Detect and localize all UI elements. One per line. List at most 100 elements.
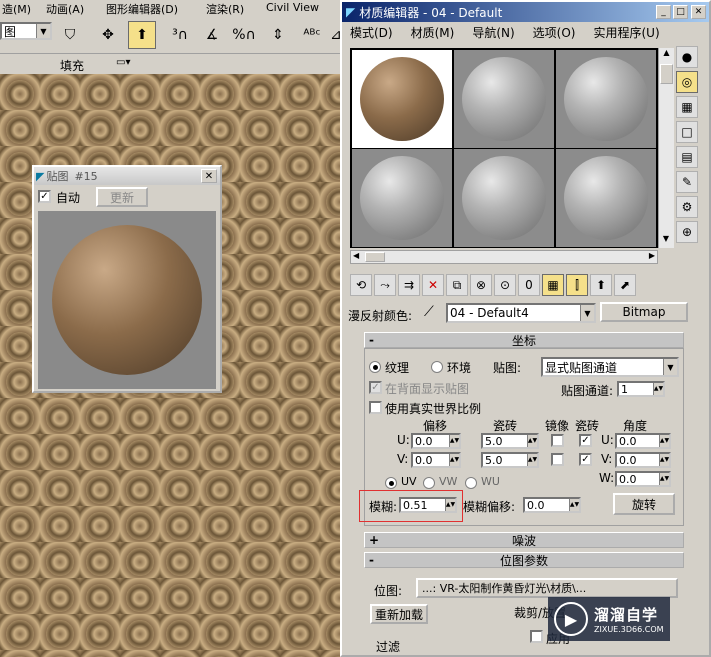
menu-item-civil-view[interactable]: Civil View: [266, 1, 319, 14]
move-icon[interactable]: ✥: [94, 21, 122, 49]
spinner-arrows-icon[interactable]: ▲▼: [659, 435, 669, 447]
view-dropdown[interactable]: 图 ▼: [0, 22, 52, 40]
menu-item-animation[interactable]: 动画(A): [46, 1, 84, 17]
u-tiling-spinner[interactable]: 5.0 ▲▼: [481, 433, 539, 449]
select-object-icon[interactable]: ⬆: [128, 21, 156, 49]
spinner-arrows-icon[interactable]: ▲▼: [659, 473, 669, 485]
uv-tiling-icon[interactable]: □: [676, 121, 698, 143]
u-mirror-checkbox[interactable]: [551, 434, 564, 447]
menu-item-graph-editors[interactable]: 图形编辑器(D): [106, 1, 178, 17]
video-color-check-icon[interactable]: ▤: [676, 146, 698, 168]
material-editor-titlebar[interactable]: ◤ 材质编辑器 - 04 - Default _ □ ✕: [342, 2, 709, 22]
maximize-icon[interactable]: □: [673, 5, 688, 19]
reload-button[interactable]: 重新加载: [370, 604, 428, 624]
map-channel-spinner[interactable]: 1 ▲▼: [617, 381, 665, 397]
update-button[interactable]: 更新: [96, 187, 148, 207]
u-angle-spinner[interactable]: 0.0 ▲▼: [615, 433, 671, 449]
menu-item-options[interactable]: 选项(O): [533, 24, 576, 41]
map-preview-titlebar[interactable]: ◤ 贴图 #15 ✕: [34, 167, 220, 185]
wu-radio[interactable]: [465, 477, 477, 489]
apply-checkbox[interactable]: [530, 630, 543, 643]
percent-snap-icon[interactable]: %∩: [230, 21, 258, 49]
menu-item-utilities[interactable]: 实用程序(U): [593, 24, 659, 41]
v-offset-spinner[interactable]: 0.0 ▲▼: [411, 452, 461, 468]
get-material-icon[interactable]: ⟲: [350, 274, 372, 296]
sample-slot-6[interactable]: [556, 149, 656, 247]
assign-to-selection-icon[interactable]: ⇉: [398, 274, 420, 296]
scroll-up-icon[interactable]: ▲: [659, 48, 674, 62]
auto-checkbox[interactable]: ✓: [38, 190, 51, 203]
put-to-library-icon[interactable]: ⊙: [494, 274, 516, 296]
u-tile-checkbox[interactable]: ✓: [579, 434, 592, 447]
w-angle-spinner[interactable]: 0.0 ▲▼: [615, 471, 671, 487]
hscroll-thumb[interactable]: [365, 252, 385, 262]
rotate-button[interactable]: 旋转: [613, 493, 675, 515]
put-to-scene-icon[interactable]: ⤳: [374, 274, 396, 296]
slots-hscrollbar[interactable]: ◀ ▶: [350, 250, 658, 264]
uv-radio[interactable]: [385, 477, 397, 489]
real-world-scale-checkbox[interactable]: [369, 401, 382, 414]
environ-radio[interactable]: [431, 361, 443, 373]
minimize-icon[interactable]: _: [656, 5, 671, 19]
pin-icon[interactable]: ⛉: [56, 21, 84, 49]
spinner-arrows-icon[interactable]: ▲▼: [449, 435, 459, 447]
close-icon[interactable]: ✕: [201, 169, 217, 183]
menu-item-navigation[interactable]: 导航(N): [472, 24, 514, 41]
spinner-snap-icon[interactable]: ⇕: [264, 21, 292, 49]
sample-slot-5[interactable]: [454, 149, 554, 247]
slots-scrollbar[interactable]: ▲ ▼: [658, 48, 674, 248]
texture-radio[interactable]: [369, 361, 381, 373]
map-type-button[interactable]: Bitmap: [600, 302, 688, 322]
go-forward-sibling-icon[interactable]: ⬈: [614, 274, 636, 296]
spinner-arrows-icon[interactable]: ▲▼: [527, 435, 537, 447]
mapping-dropdown[interactable]: 显式贴图通道 ▼: [541, 357, 679, 377]
v-mirror-checkbox[interactable]: [551, 453, 564, 466]
v-tile-checkbox[interactable]: ✓: [579, 453, 592, 466]
bitmap-path-button[interactable]: ...: VR-太阳制作黄昏灯光\材质\...: [416, 578, 678, 598]
spinner-arrows-icon[interactable]: ▲▼: [653, 383, 663, 395]
menu-item-rendering[interactable]: 渲染(R): [206, 1, 244, 17]
scroll-down-icon[interactable]: ▼: [659, 234, 673, 248]
bitmap-params-rollout-header[interactable]: - 位图参数: [364, 552, 684, 568]
go-to-parent-icon[interactable]: ⬆: [590, 274, 612, 296]
v-angle-spinner[interactable]: 0.0 ▲▼: [615, 452, 671, 468]
show-end-result-icon[interactable]: ⫿: [566, 274, 588, 296]
eyedropper-icon[interactable]: ⟋: [424, 304, 434, 320]
make-unique-icon[interactable]: ⊗: [470, 274, 492, 296]
fill-dropdown-icon[interactable]: ▭▾: [116, 57, 130, 68]
menu-item-modes[interactable]: 模式(D): [350, 24, 393, 41]
sample-slot-3[interactable]: [556, 50, 656, 148]
background-icon[interactable]: ▦: [676, 96, 698, 118]
vw-radio[interactable]: [423, 477, 435, 489]
blur-offset-spinner[interactable]: 0.0 ▲▼: [523, 497, 581, 513]
sample-slot-1[interactable]: [352, 50, 452, 148]
v-tiling-spinner[interactable]: 5.0 ▲▼: [481, 452, 539, 468]
options-icon[interactable]: ⚙: [676, 196, 698, 218]
angle-snap-icon[interactable]: ∡: [198, 21, 226, 49]
menu-item-material[interactable]: 材质(M): [411, 24, 455, 41]
sample-slot-4[interactable]: [352, 149, 452, 247]
menu-item-create[interactable]: 造(M): [2, 1, 31, 17]
spinner-arrows-icon[interactable]: ▲▼: [569, 499, 579, 511]
material-name-dropdown[interactable]: 04 - Default4 ▼: [446, 303, 596, 323]
material-id-icon[interactable]: 0: [518, 274, 540, 296]
make-preview-icon[interactable]: ✎: [676, 171, 698, 193]
snap-3d-icon[interactable]: ³∩: [166, 21, 194, 49]
scroll-left-icon[interactable]: ◀: [353, 251, 359, 260]
copy-material-icon[interactable]: ⧉: [446, 274, 468, 296]
u-offset-spinner[interactable]: 0.0 ▲▼: [411, 433, 461, 449]
scroll-right-icon[interactable]: ▶: [649, 251, 655, 260]
sample-slot-2[interactable]: [454, 50, 554, 148]
select-by-material-icon[interactable]: ⊕: [676, 221, 698, 243]
spinner-arrows-icon[interactable]: ▲▼: [527, 454, 537, 466]
spinner-arrows-icon[interactable]: ▲▼: [449, 454, 459, 466]
reset-icon[interactable]: ✕: [422, 274, 444, 296]
scroll-thumb[interactable]: [660, 64, 673, 84]
backlight-icon[interactable]: ◎: [676, 71, 698, 93]
sample-type-icon[interactable]: ●: [676, 46, 698, 68]
noise-rollout-header[interactable]: + 噪波: [364, 532, 684, 548]
show-map-on-back-checkbox[interactable]: ✓: [369, 381, 382, 394]
close-icon[interactable]: ✕: [691, 5, 706, 19]
coordinates-rollout-header[interactable]: - 坐标: [364, 332, 684, 348]
spinner-arrows-icon[interactable]: ▲▼: [659, 454, 669, 466]
